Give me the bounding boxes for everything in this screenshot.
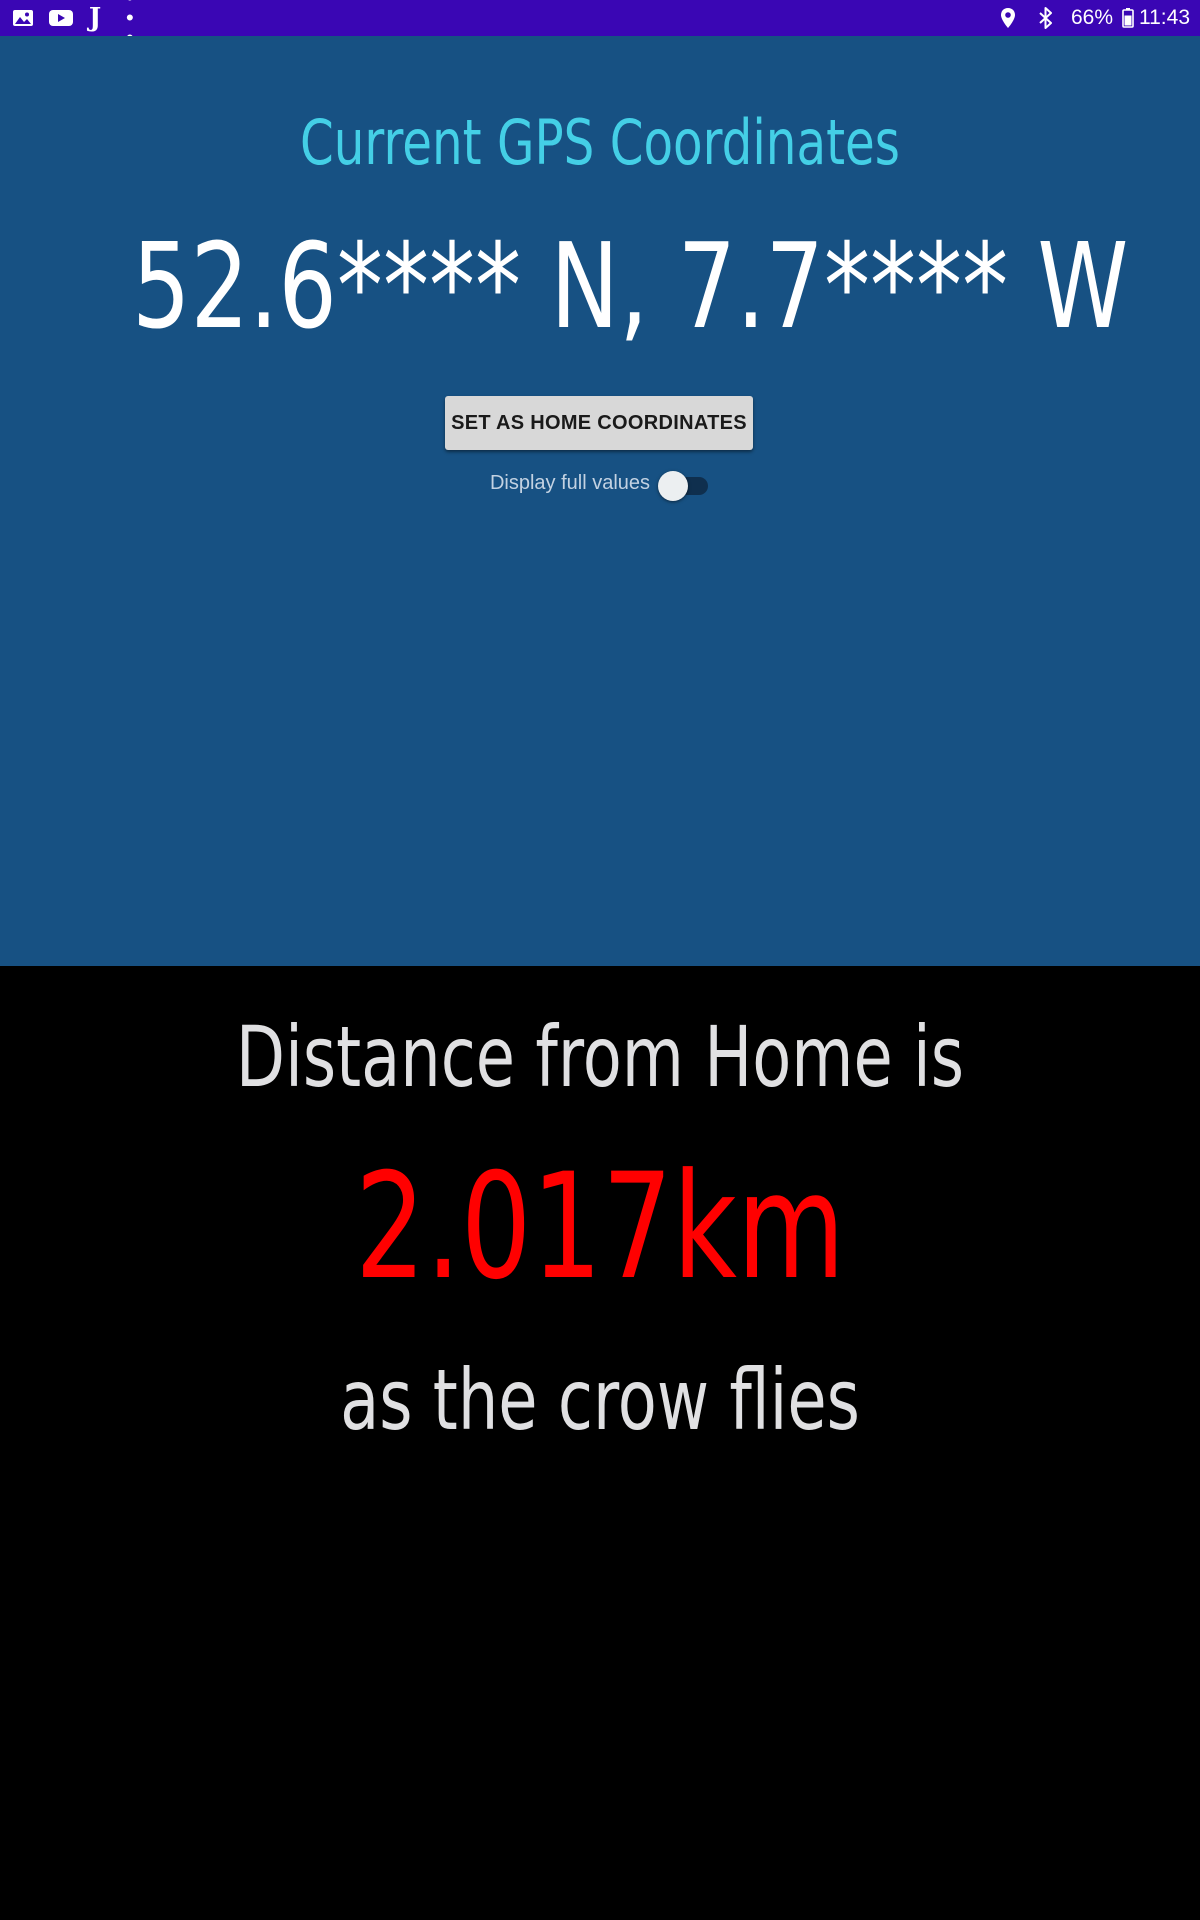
distance-panel: Distance from Home is 2.017km as the cro… xyxy=(0,966,1200,1920)
location-icon xyxy=(995,5,1021,31)
gps-panel: Current GPS Coordinates 52.6**** N, 7.7*… xyxy=(0,36,1200,966)
battery-icon xyxy=(1121,5,1135,31)
gps-coordinates: 52.6**** N, 7.7**** W xyxy=(132,217,1129,355)
gallery-icon xyxy=(10,5,36,31)
distance-prefix-text: Distance from Home is xyxy=(235,1008,965,1106)
j-app-icon: J xyxy=(88,3,102,33)
distance-value: 2.017km xyxy=(354,1142,846,1312)
display-full-values-label: Display full values xyxy=(489,471,651,494)
toggle-thumb xyxy=(658,471,689,501)
status-bar-system: 66% 11:43 xyxy=(995,5,1190,31)
status-bar: J • • • 66% xyxy=(0,0,1200,49)
distance-suffix-text: as the crow flies xyxy=(340,1351,860,1449)
battery-percent: 66% xyxy=(1070,6,1113,29)
set-home-coordinates-button[interactable]: SET AS HOME COORDINATES xyxy=(445,396,753,450)
display-full-values-row: Display full values xyxy=(0,467,1200,501)
status-bar-notifications: J • • • xyxy=(10,0,152,49)
status-time: 11:43 xyxy=(1139,6,1190,29)
app-screen: J • • • 66% xyxy=(0,0,1200,1920)
bluetooth-icon xyxy=(1033,5,1059,31)
youtube-icon xyxy=(48,5,74,31)
more-notifications-icon: • • • xyxy=(126,0,136,49)
gps-title: Current GPS Coordinates xyxy=(299,106,901,179)
display-full-values-toggle[interactable] xyxy=(658,467,710,501)
